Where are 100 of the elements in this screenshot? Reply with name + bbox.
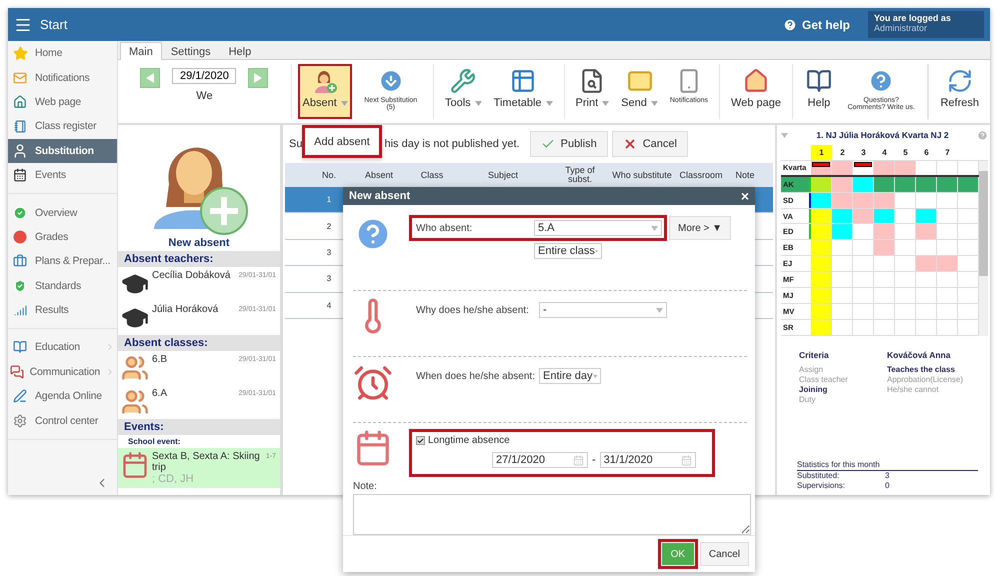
nav-item[interactable]: Agenda Online	[8, 384, 117, 408]
criteria-item: He/she cannot	[887, 384, 940, 395]
reason-select[interactable]: -	[539, 302, 667, 318]
section-subheading: School event:	[127, 436, 182, 448]
scrollbar[interactable]	[979, 160, 988, 336]
calendar-icon	[573, 454, 584, 466]
nav-item[interactable]: Education	[8, 335, 117, 360]
caret-icon	[602, 100, 610, 106]
section-heading: Absent teachers:	[118, 251, 280, 267]
longtime-checkbox[interactable]: Longtime absence	[416, 435, 510, 446]
section-heading: Events:	[118, 419, 280, 435]
field-label: Why does he/she absent:	[416, 304, 530, 316]
close-icon	[622, 137, 637, 151]
note-field[interactable]	[353, 494, 751, 536]
check-icon	[13, 206, 27, 220]
column-header: Absent	[364, 170, 394, 180]
user-menu[interactable]: You are logged as Administrator	[868, 11, 984, 38]
more-button[interactable]: More > ▼	[669, 216, 732, 240]
people-icon	[121, 388, 149, 416]
table-cell-text: 4	[326, 300, 332, 310]
toolbar-button[interactable]: Web page	[726, 64, 786, 119]
nav-item[interactable]: Home	[8, 41, 117, 66]
people-icon	[121, 354, 149, 382]
help-icon	[782, 18, 797, 32]
period-header: 2	[839, 147, 846, 159]
chat-icon	[10, 364, 24, 379]
previous-day-button[interactable]	[140, 68, 160, 88]
date-field[interactable]: 31/1/2020	[600, 452, 696, 468]
tab[interactable]: Main	[120, 42, 162, 60]
add-absent-menu-item[interactable]: Add absent	[302, 125, 382, 158]
settings-icon	[13, 414, 27, 428]
caret-icon	[474, 100, 482, 106]
who-absent-select[interactable]: 5.A	[534, 220, 662, 236]
help-icon[interactable]	[977, 130, 988, 140]
close-button[interactable]: ×	[740, 189, 749, 204]
shield-icon	[13, 278, 27, 293]
nav-item[interactable]: Control center	[8, 408, 117, 433]
caret-icon	[656, 308, 663, 313]
nav-item[interactable]: Standards	[8, 274, 117, 298]
criteria-item: Teaches the class	[887, 364, 956, 375]
next-icon	[254, 73, 262, 83]
column-header: No.	[320, 170, 337, 180]
date-field[interactable]: 29/1/2020	[172, 68, 236, 84]
tab[interactable]: Help	[220, 42, 260, 60]
toolbar-button[interactable]: Send	[616, 64, 663, 119]
nav-item[interactable]: Plans & Prepar...	[8, 249, 117, 274]
user-name: Administrator	[874, 23, 928, 33]
toolbar-button[interactable]: Timetable	[488, 64, 558, 119]
cancel-button[interactable]: Cancel	[612, 131, 688, 157]
stat-value: 3	[885, 471, 890, 481]
refresh-button[interactable]: Refresh	[935, 64, 984, 119]
date-field[interactable]: 27/1/2020	[492, 452, 588, 468]
scope-select[interactable]: Entire class	[534, 243, 602, 260]
stats-title: Statistics for this month	[797, 460, 978, 471]
criteria-item: Assign	[799, 364, 824, 375]
note-label: Note:	[353, 481, 378, 492]
bar-chart-icon	[14, 304, 26, 317]
nav-item[interactable]: Grades	[8, 224, 117, 250]
notice-text: his day is not published yet.	[384, 138, 520, 150]
nav-item[interactable]: Results	[8, 298, 117, 322]
period-header: 1	[811, 145, 832, 160]
nav-item[interactable]: Notifications	[8, 65, 117, 90]
nav-item[interactable]: Overview	[8, 200, 117, 225]
section-heading: Absent classes:	[118, 335, 280, 351]
help-link[interactable]: Get help	[782, 18, 850, 32]
toolbar-button[interactable]: Help	[798, 64, 839, 119]
toolbar-button[interactable]: Print	[570, 64, 614, 119]
column-header: Class	[420, 170, 444, 180]
table-cell-text: 3	[326, 248, 332, 257]
checkbox[interactable]	[416, 436, 425, 446]
cancel-button[interactable]: Cancel	[700, 542, 749, 566]
nav-item[interactable]: Communication	[8, 360, 117, 384]
book-icon	[13, 340, 27, 354]
nav-item[interactable]: Events	[8, 162, 117, 188]
toolbar-button[interactable]: Tools	[440, 64, 487, 119]
toolbar-button[interactable]: Absent	[298, 64, 352, 119]
new-absent-button[interactable]: New absent	[118, 125, 280, 251]
table-cell-text: 3	[326, 274, 332, 284]
stat-value: 0	[885, 481, 890, 491]
dialog-title: New absent	[349, 190, 410, 202]
refresh-icon	[946, 68, 973, 94]
next-day-button[interactable]	[248, 68, 268, 88]
entry-name: Sexta B, Sexta A: Skiing trip	[152, 451, 261, 473]
time-select[interactable]: Entire day	[539, 368, 601, 384]
pen-icon	[13, 389, 27, 404]
nav-item[interactable]: Substitution	[8, 138, 117, 163]
nav-item[interactable]: Class register	[8, 114, 117, 139]
previous-icon	[146, 73, 154, 83]
nav-item[interactable]: Web page	[8, 90, 117, 114]
calendar-icon	[13, 168, 27, 182]
criteria-title: Criteria	[799, 350, 830, 360]
column-header: Who substitute	[611, 170, 673, 180]
tab[interactable]: Settings	[162, 42, 220, 60]
criteria-item: Joining	[799, 384, 828, 395]
app-title: Start	[40, 17, 68, 32]
calendar-icon	[680, 454, 692, 466]
publish-button[interactable]: Publish	[530, 131, 608, 157]
table-cell-text: 2	[326, 222, 332, 231]
column-header: Subject	[486, 170, 520, 180]
caret-icon	[592, 374, 597, 379]
